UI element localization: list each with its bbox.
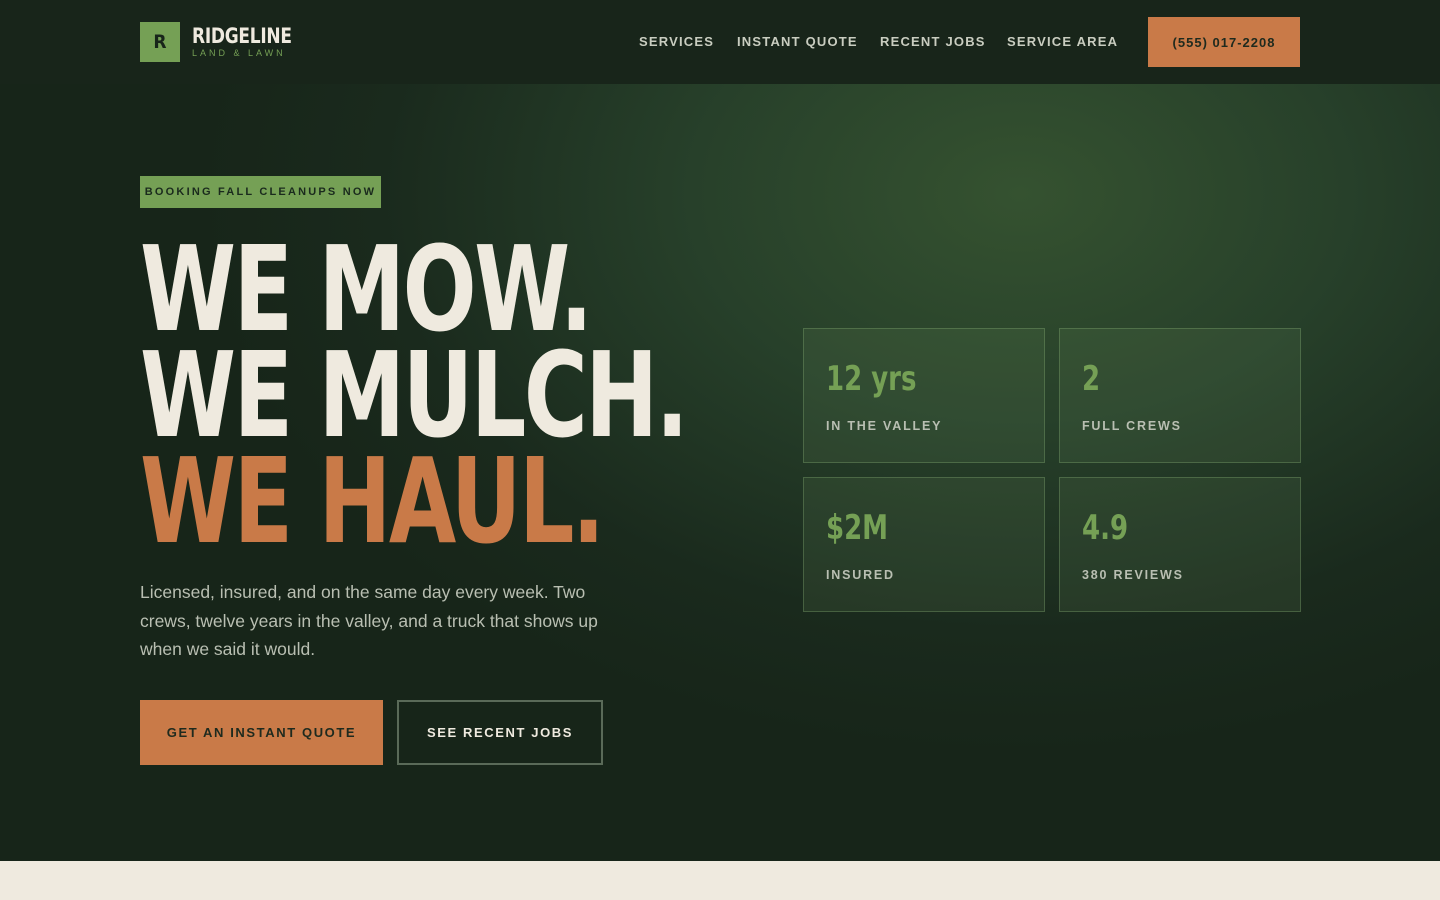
promo-badge: BOOKING FALL CLEANUPS NOW [140,176,381,208]
top-navigation: R RIDGELINE LAND & LAWN SERVICES INSTANT… [0,0,1440,84]
logo-mark[interactable]: R [140,22,180,62]
stat-card-crews: 2 FULL CREWS [1059,328,1301,463]
nav-link-service-area[interactable]: SERVICE AREA [1007,34,1118,50]
stat-value: $2M [826,508,889,548]
stat-label: INSURED [826,568,895,582]
nav-link-recent-jobs[interactable]: RECENT JOBS [880,34,986,50]
stat-card-years: 12 yrs IN THE VALLEY [803,328,1045,463]
nav-link-services[interactable]: SERVICES [639,34,714,50]
brand-name[interactable]: RIDGELINE [192,24,292,48]
hero-section: BOOKING FALL CLEANUPS NOW WE MOW. WE MUL… [0,84,1440,861]
stat-label: 380 REVIEWS [1082,568,1184,582]
phone-button[interactable]: (555) 017-2208 [1148,17,1300,67]
stat-value: 4.9 [1082,508,1129,548]
stat-value: 12 yrs [826,359,917,399]
nav-link-instant-quote[interactable]: INSTANT QUOTE [737,34,858,50]
stat-value: 2 [1082,359,1101,399]
instant-quote-button[interactable]: GET AN INSTANT QUOTE [140,700,383,765]
stat-label: IN THE VALLEY [826,419,943,433]
stat-label: FULL CREWS [1082,419,1182,433]
stat-card-reviews: 4.9 380 REVIEWS [1059,477,1301,612]
brand-tagline: LAND & LAWN [192,48,286,58]
recent-jobs-button[interactable]: SEE RECENT JOBS [397,700,603,765]
hero-description: Licensed, insured, and on the same day e… [140,582,598,659]
hero-headline: WE MOW. WE MULCH. WE HAUL. [140,230,689,560]
next-section-edge [0,861,1440,900]
stat-card-insured: $2M INSURED [803,477,1045,612]
